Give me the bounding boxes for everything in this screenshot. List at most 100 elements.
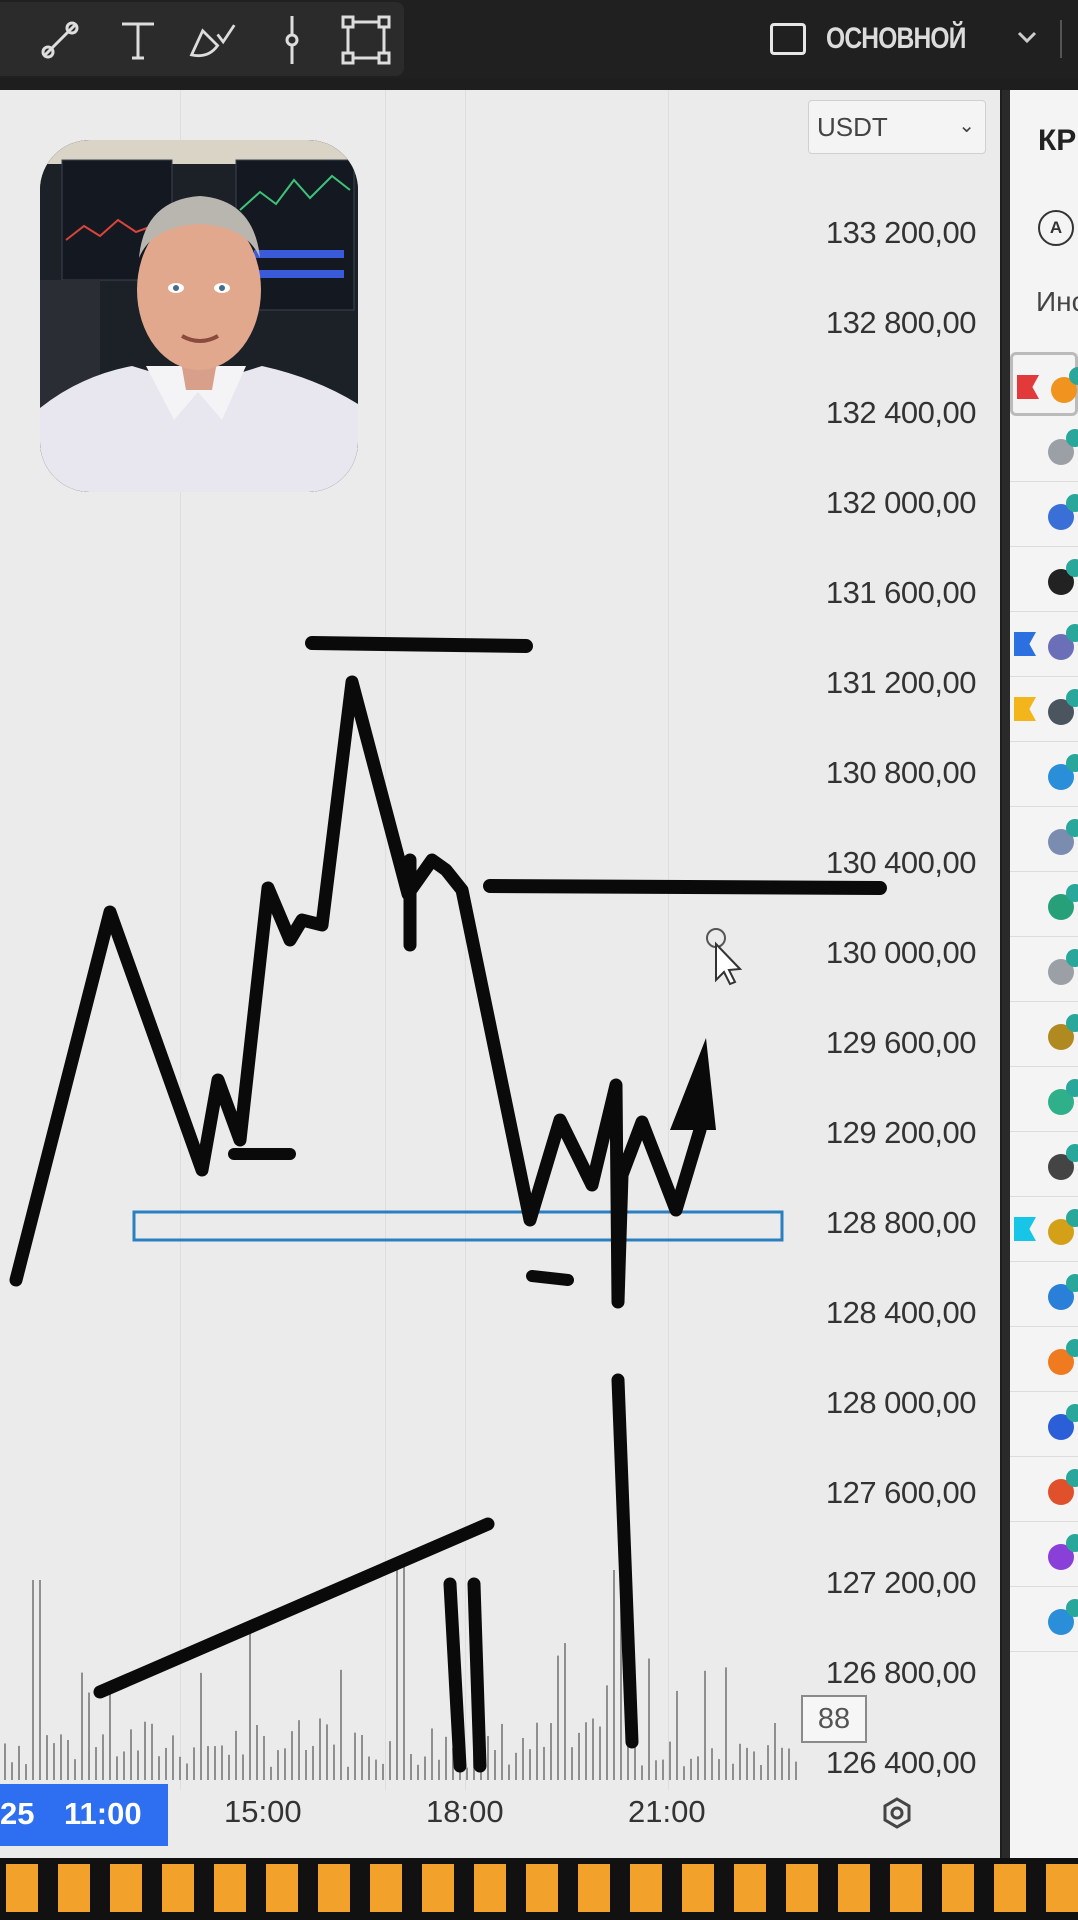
volume-bar [585, 1722, 587, 1780]
watchlist-row[interactable] [1010, 1197, 1078, 1262]
volume-bar [305, 1750, 307, 1780]
volume-bar [487, 1736, 489, 1780]
exchange-badge-icon [1066, 1274, 1078, 1292]
volume-bar [312, 1745, 314, 1780]
volume-bar [235, 1730, 237, 1780]
tile [526, 1864, 558, 1912]
volume-bar [291, 1731, 293, 1780]
volume-bar [221, 1745, 223, 1780]
flag-icon[interactable] [1014, 697, 1036, 721]
exchange-badge-icon [1066, 689, 1078, 707]
watchlist-row[interactable] [1010, 1587, 1078, 1652]
volume-bar [4, 1743, 6, 1780]
watchlist-row[interactable] [1010, 1522, 1078, 1587]
volume-bar [410, 1754, 412, 1780]
chevron-down-icon[interactable] [1016, 26, 1038, 48]
exchange-badge-icon [1066, 624, 1078, 642]
volume-bar [697, 1756, 699, 1780]
volume-bar [326, 1724, 328, 1780]
volume-bar [578, 1732, 580, 1780]
volume-bar [760, 1764, 762, 1780]
volume-bar [193, 1747, 195, 1780]
watchlist-content: КРІ A Инс [1010, 90, 1078, 1858]
volume-bar [403, 1560, 405, 1780]
tile [838, 1864, 870, 1912]
watchlist-row[interactable] [1010, 1132, 1078, 1197]
volume-bar [74, 1759, 76, 1780]
gear-icon[interactable] [880, 1796, 914, 1830]
volume-bar [109, 1688, 111, 1780]
flag-icon[interactable] [1017, 375, 1039, 399]
tile [6, 1864, 38, 1912]
volume-bar [319, 1718, 321, 1780]
volume-bar [123, 1751, 125, 1780]
volume-bar [256, 1724, 258, 1780]
rectangle-tool-icon[interactable] [340, 14, 392, 66]
layout-square-icon [770, 23, 806, 55]
resistance-line [483, 879, 887, 895]
volume-bar [207, 1746, 209, 1780]
volume-bar [606, 1685, 608, 1780]
watchlist-row[interactable] [1010, 1392, 1078, 1457]
brush-tool-icon[interactable] [186, 14, 238, 66]
volume-bar [417, 1764, 419, 1780]
volume-bar [354, 1732, 356, 1780]
watchlist-title: КРІ [1038, 124, 1078, 157]
watchlist-row[interactable] [1010, 1067, 1078, 1132]
volume-bar [18, 1745, 20, 1780]
watchlist-row[interactable] [1010, 1262, 1078, 1327]
volume-bar [32, 1580, 34, 1780]
tile [110, 1864, 142, 1912]
watchlist-row[interactable] [1010, 872, 1078, 937]
exchange-badge-icon [1066, 1469, 1078, 1487]
watchlist-row[interactable] [1010, 807, 1078, 872]
watchlist-section-header[interactable]: Инс [1036, 286, 1078, 318]
volume-bar [298, 1720, 300, 1780]
flag-icon[interactable] [1014, 1217, 1036, 1241]
volume-value-badge: 88 [801, 1695, 867, 1743]
exchange-badge-icon [1066, 1534, 1078, 1552]
watchlist-row[interactable] [1010, 417, 1078, 482]
volume-bar [746, 1747, 748, 1780]
volume-bar [214, 1746, 216, 1780]
exchange-badge-icon [1066, 1404, 1078, 1422]
volume-bar [732, 1763, 734, 1780]
tile [890, 1864, 922, 1912]
watchlist-row[interactable] [1010, 482, 1078, 547]
watchlist-row[interactable] [1010, 937, 1078, 1002]
watchlist-row[interactable] [1010, 1002, 1078, 1067]
volume-bar [557, 1655, 559, 1780]
watchlist-row[interactable] [1010, 352, 1078, 416]
layout-label: ОСНОВНОЙ [826, 22, 966, 55]
trend-line-tool-icon[interactable] [34, 14, 86, 66]
layout-selector[interactable]: ОСНОВНОЙ [770, 18, 996, 60]
watchlist-row[interactable] [1010, 547, 1078, 612]
watchlist-row[interactable] [1010, 1327, 1078, 1392]
flag-icon[interactable] [1014, 632, 1036, 656]
volume-bar [46, 1735, 48, 1780]
text-tool-icon[interactable] [112, 14, 164, 66]
bottom-tile-strip [0, 1858, 1078, 1920]
low-mark [526, 1270, 574, 1286]
volume-bar [718, 1759, 720, 1780]
volume-bar [88, 1692, 90, 1780]
watchlist-row[interactable] [1010, 742, 1078, 807]
watchlist-row[interactable] [1010, 1457, 1078, 1522]
volume-bar [781, 1747, 783, 1780]
watchlist-row[interactable] [1010, 612, 1078, 677]
vertical-line-tool-icon[interactable] [266, 14, 318, 66]
volume-bar [165, 1747, 167, 1780]
volume-bar [529, 1749, 531, 1780]
drawing-tools-group [0, 2, 404, 76]
filter-button[interactable]: A [1038, 210, 1074, 246]
tile [318, 1864, 350, 1912]
tile [58, 1864, 90, 1912]
volume-bar [242, 1754, 244, 1780]
volume-bar [67, 1739, 69, 1780]
exchange-badge-icon [1066, 1014, 1078, 1032]
watchlist-row[interactable] [1010, 677, 1078, 742]
time-axis[interactable]: 25 11:00 15:00 18:00 21:00 [0, 1780, 1000, 1846]
tile [682, 1864, 714, 1912]
tile [630, 1864, 662, 1912]
volume-bar [641, 1765, 643, 1780]
